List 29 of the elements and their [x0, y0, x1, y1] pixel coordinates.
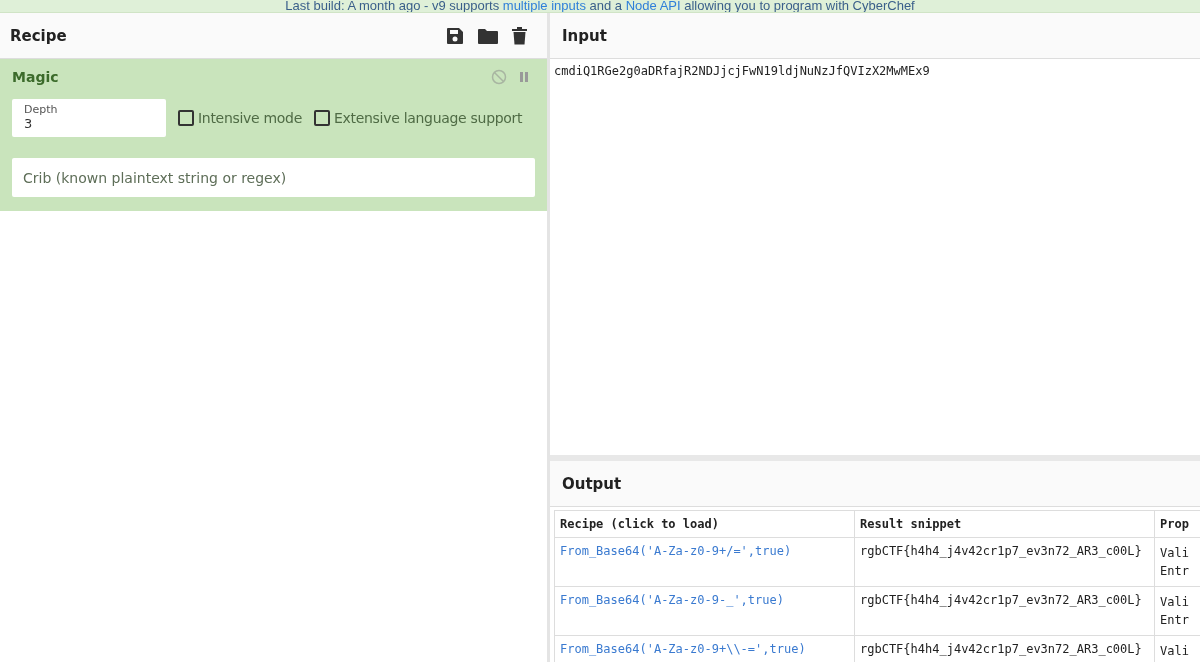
table-cell-text: Vali — [1160, 643, 1190, 660]
trash-icon[interactable] — [512, 26, 527, 45]
folder-icon[interactable] — [478, 27, 498, 44]
checkbox[interactable] — [178, 110, 194, 126]
output-title: Output — [562, 474, 622, 493]
table-cell: rgbCTF{h4h4_j4v42cr1p7_ev3n72_AR3_c00L} — [854, 586, 1155, 636]
banner-text: Last build: A month ago - v9 supports multiple inputs and a Node API allowing you to program with CyberChef — [285, 0, 915, 12]
column-header: Result snippet — [854, 510, 1155, 538]
banner-link[interactable]: Node API — [625, 0, 681, 12]
crib-field[interactable]: Crib (known plaintext string or regex) — [12, 158, 535, 197]
operation-name: Magic — [12, 69, 60, 85]
table-cell-text: Entr — [1160, 612, 1190, 629]
table-cell: rgbCTF{h4h4_j4v42cr1p7_ev3n72_AR3_c00L} — [854, 537, 1155, 587]
save-icon[interactable] — [446, 26, 464, 45]
table-cell-text: Entr — [1160, 563, 1190, 580]
banner-link[interactable]: multiple inputs — [502, 0, 586, 12]
column-header: Prop — [1154, 510, 1200, 538]
input-title: Input — [562, 26, 607, 45]
column-header: Recipe (click to load) — [554, 510, 855, 538]
field-label: Depth — [24, 103, 59, 116]
depth-field[interactable]: Depth 3 — [12, 99, 166, 137]
checkbox-option[interactable]: Extensive language support — [314, 110, 523, 126]
checkbox-option[interactable]: Intensive mode — [178, 110, 302, 126]
recipe-title: Recipe — [10, 26, 68, 45]
input-text[interactable]: cmdiQ1RGe2g0aDRfajR2NDJjcjFwN19ldjNuNzJfQVIzX2MwMEx9 — [550, 59, 1200, 455]
checkbox[interactable] — [314, 110, 330, 126]
table-cell-text: Vali — [1160, 545, 1190, 562]
table-cell-text: Vali — [1160, 594, 1190, 611]
depth-field[interactable]: 3 — [24, 116, 154, 131]
